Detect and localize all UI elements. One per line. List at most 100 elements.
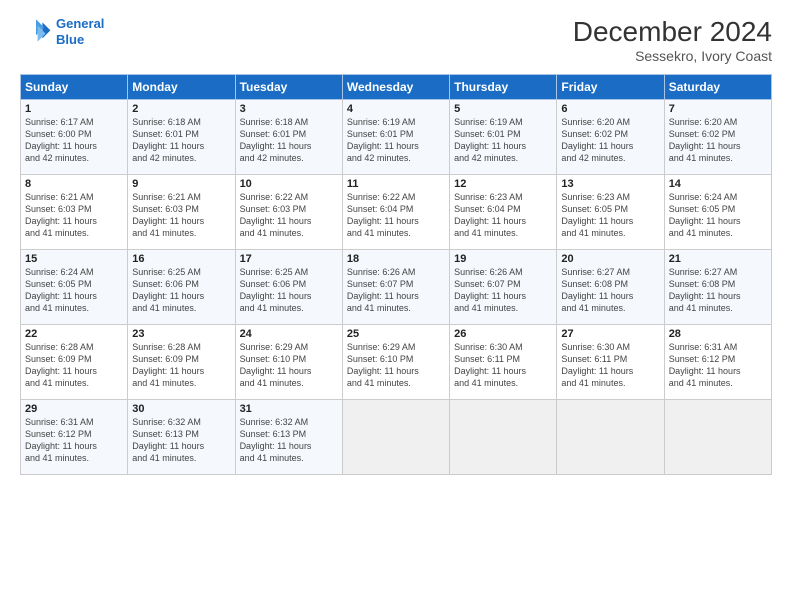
day-number: 18 [347, 253, 445, 265]
col-header-wednesday: Wednesday [342, 75, 449, 100]
day-number: 14 [669, 178, 767, 190]
day-number: 10 [240, 178, 338, 190]
day-number: 25 [347, 328, 445, 340]
logo: General Blue [20, 16, 104, 48]
calendar-cell [557, 400, 664, 475]
calendar-cell: 21Sunrise: 6:27 AM Sunset: 6:08 PM Dayli… [664, 250, 771, 325]
calendar-cell: 14Sunrise: 6:24 AM Sunset: 6:05 PM Dayli… [664, 175, 771, 250]
subtitle: Sessekro, Ivory Coast [573, 48, 772, 64]
calendar-cell: 29Sunrise: 6:31 AM Sunset: 6:12 PM Dayli… [21, 400, 128, 475]
calendar-cell: 30Sunrise: 6:32 AM Sunset: 6:13 PM Dayli… [128, 400, 235, 475]
calendar-week-row: 1Sunrise: 6:17 AM Sunset: 6:00 PM Daylig… [21, 100, 772, 175]
calendar-cell: 28Sunrise: 6:31 AM Sunset: 6:12 PM Dayli… [664, 325, 771, 400]
calendar-header-row: SundayMondayTuesdayWednesdayThursdayFrid… [21, 75, 772, 100]
day-info: Sunrise: 6:29 AM Sunset: 6:10 PM Dayligh… [347, 341, 445, 390]
logo-icon [20, 16, 52, 48]
calendar-cell: 4Sunrise: 6:19 AM Sunset: 6:01 PM Daylig… [342, 100, 449, 175]
calendar-week-row: 8 Sunrise: 6:21 AM Sunset: 6:03 PM Daylig… [21, 175, 772, 250]
day-number: 11 [347, 178, 445, 190]
calendar-cell: 8Sunrise: 6:21 AM Sunset: 6:03 PM Daylig… [21, 175, 128, 250]
day-info: Sunrise: 6:21 AM Sunset: 6:03 PM Dayligh… [132, 191, 230, 240]
calendar-cell [342, 400, 449, 475]
day-number: 2 [132, 103, 230, 115]
day-number: 21 [669, 253, 767, 265]
day-number: 3 [240, 103, 338, 115]
day-info: Sunrise: 6:20 AM Sunset: 6:02 PM Dayligh… [561, 116, 659, 165]
calendar-cell: 2Sunrise: 6:18 AM Sunset: 6:01 PM Daylig… [128, 100, 235, 175]
calendar-cell: 6Sunrise: 6:20 AM Sunset: 6:02 PM Daylig… [557, 100, 664, 175]
day-number: 4 [347, 103, 445, 115]
day-info: Sunrise: 6:31 AM Sunset: 6:12 PM Dayligh… [669, 341, 767, 390]
day-number: 6 [561, 103, 659, 115]
calendar-cell: 11Sunrise: 6:22 AM Sunset: 6:04 PM Dayli… [342, 175, 449, 250]
day-info: Sunrise: 6:20 AM Sunset: 6:02 PM Dayligh… [669, 116, 767, 165]
col-header-thursday: Thursday [450, 75, 557, 100]
main-title: December 2024 [573, 16, 772, 48]
day-number: 22 [25, 328, 123, 340]
day-info: Sunrise: 6:22 AM Sunset: 6:04 PM Dayligh… [347, 191, 445, 240]
calendar-cell [450, 400, 557, 475]
day-number: 27 [561, 328, 659, 340]
day-info: Sunrise: 6:31 AM Sunset: 6:12 PM Dayligh… [25, 416, 123, 465]
calendar-cell: 22Sunrise: 6:28 AM Sunset: 6:09 PM Dayli… [21, 325, 128, 400]
calendar-cell: 15Sunrise: 6:24 AM Sunset: 6:05 PM Dayli… [21, 250, 128, 325]
title-block: December 2024 Sessekro, Ivory Coast [573, 16, 772, 64]
day-number: 23 [132, 328, 230, 340]
col-header-monday: Monday [128, 75, 235, 100]
calendar-cell: 31Sunrise: 6:32 AM Sunset: 6:13 PM Dayli… [235, 400, 342, 475]
calendar-cell: 24Sunrise: 6:29 AM Sunset: 6:10 PM Dayli… [235, 325, 342, 400]
day-number: 1 [25, 103, 123, 115]
day-info: Sunrise: 6:24 AM Sunset: 6:05 PM Dayligh… [669, 191, 767, 240]
calendar-cell: 16Sunrise: 6:25 AM Sunset: 6:06 PM Dayli… [128, 250, 235, 325]
calendar-cell: 20Sunrise: 6:27 AM Sunset: 6:08 PM Dayli… [557, 250, 664, 325]
day-info: Sunrise: 6:26 AM Sunset: 6:07 PM Dayligh… [347, 266, 445, 315]
calendar-cell: 25Sunrise: 6:29 AM Sunset: 6:10 PM Dayli… [342, 325, 449, 400]
page: General Blue December 2024 Sessekro, Ivo… [0, 0, 792, 612]
day-info: Sunrise: 6:23 AM Sunset: 6:05 PM Dayligh… [561, 191, 659, 240]
day-number: 9 [132, 178, 230, 190]
day-info: Sunrise: 6:26 AM Sunset: 6:07 PM Dayligh… [454, 266, 552, 315]
calendar-week-row: 29Sunrise: 6:31 AM Sunset: 6:12 PM Dayli… [21, 400, 772, 475]
day-number: 5 [454, 103, 552, 115]
day-number: 29 [25, 403, 123, 415]
day-info: Sunrise: 6:30 AM Sunset: 6:11 PM Dayligh… [454, 341, 552, 390]
day-info: Sunrise: 6:30 AM Sunset: 6:11 PM Dayligh… [561, 341, 659, 390]
calendar-week-row: 15Sunrise: 6:24 AM Sunset: 6:05 PM Dayli… [21, 250, 772, 325]
day-info: Sunrise: 6:27 AM Sunset: 6:08 PM Dayligh… [669, 266, 767, 315]
calendar-cell: 9Sunrise: 6:21 AM Sunset: 6:03 PM Daylig… [128, 175, 235, 250]
calendar-cell: 12Sunrise: 6:23 AM Sunset: 6:04 PM Dayli… [450, 175, 557, 250]
calendar-cell: 1Sunrise: 6:17 AM Sunset: 6:00 PM Daylig… [21, 100, 128, 175]
day-info: Sunrise: 6:18 AM Sunset: 6:01 PM Dayligh… [132, 116, 230, 165]
calendar-cell: 7Sunrise: 6:20 AM Sunset: 6:02 PM Daylig… [664, 100, 771, 175]
day-number: 15 [25, 253, 123, 265]
calendar-cell: 18Sunrise: 6:26 AM Sunset: 6:07 PM Dayli… [342, 250, 449, 325]
calendar-cell: 5Sunrise: 6:19 AM Sunset: 6:01 PM Daylig… [450, 100, 557, 175]
day-info: Sunrise: 6:19 AM Sunset: 6:01 PM Dayligh… [454, 116, 552, 165]
calendar-cell: 13Sunrise: 6:23 AM Sunset: 6:05 PM Dayli… [557, 175, 664, 250]
calendar-cell: 3Sunrise: 6:18 AM Sunset: 6:01 PM Daylig… [235, 100, 342, 175]
day-number: 13 [561, 178, 659, 190]
day-number: 12 [454, 178, 552, 190]
day-number: 16 [132, 253, 230, 265]
day-info: Sunrise: 6:22 AM Sunset: 6:03 PM Dayligh… [240, 191, 338, 240]
calendar-cell: 27Sunrise: 6:30 AM Sunset: 6:11 PM Dayli… [557, 325, 664, 400]
day-number: 30 [132, 403, 230, 415]
header: General Blue December 2024 Sessekro, Ivo… [20, 16, 772, 64]
calendar-table: SundayMondayTuesdayWednesdayThursdayFrid… [20, 74, 772, 475]
day-info: Sunrise: 6:24 AM Sunset: 6:05 PM Dayligh… [25, 266, 123, 315]
day-info: Sunrise: 6:32 AM Sunset: 6:13 PM Dayligh… [132, 416, 230, 465]
day-number: 7 [669, 103, 767, 115]
col-header-sunday: Sunday [21, 75, 128, 100]
calendar-cell: 10Sunrise: 6:22 AM Sunset: 6:03 PM Dayli… [235, 175, 342, 250]
day-number: 8 [25, 178, 123, 190]
calendar-cell: 19Sunrise: 6:26 AM Sunset: 6:07 PM Dayli… [450, 250, 557, 325]
day-info: Sunrise: 6:29 AM Sunset: 6:10 PM Dayligh… [240, 341, 338, 390]
day-number: 28 [669, 328, 767, 340]
day-info: Sunrise: 6:23 AM Sunset: 6:04 PM Dayligh… [454, 191, 552, 240]
day-info: Sunrise: 6:25 AM Sunset: 6:06 PM Dayligh… [240, 266, 338, 315]
day-info: Sunrise: 6:28 AM Sunset: 6:09 PM Dayligh… [25, 341, 123, 390]
day-number: 20 [561, 253, 659, 265]
calendar-cell: 17Sunrise: 6:25 AM Sunset: 6:06 PM Dayli… [235, 250, 342, 325]
col-header-tuesday: Tuesday [235, 75, 342, 100]
day-number: 17 [240, 253, 338, 265]
